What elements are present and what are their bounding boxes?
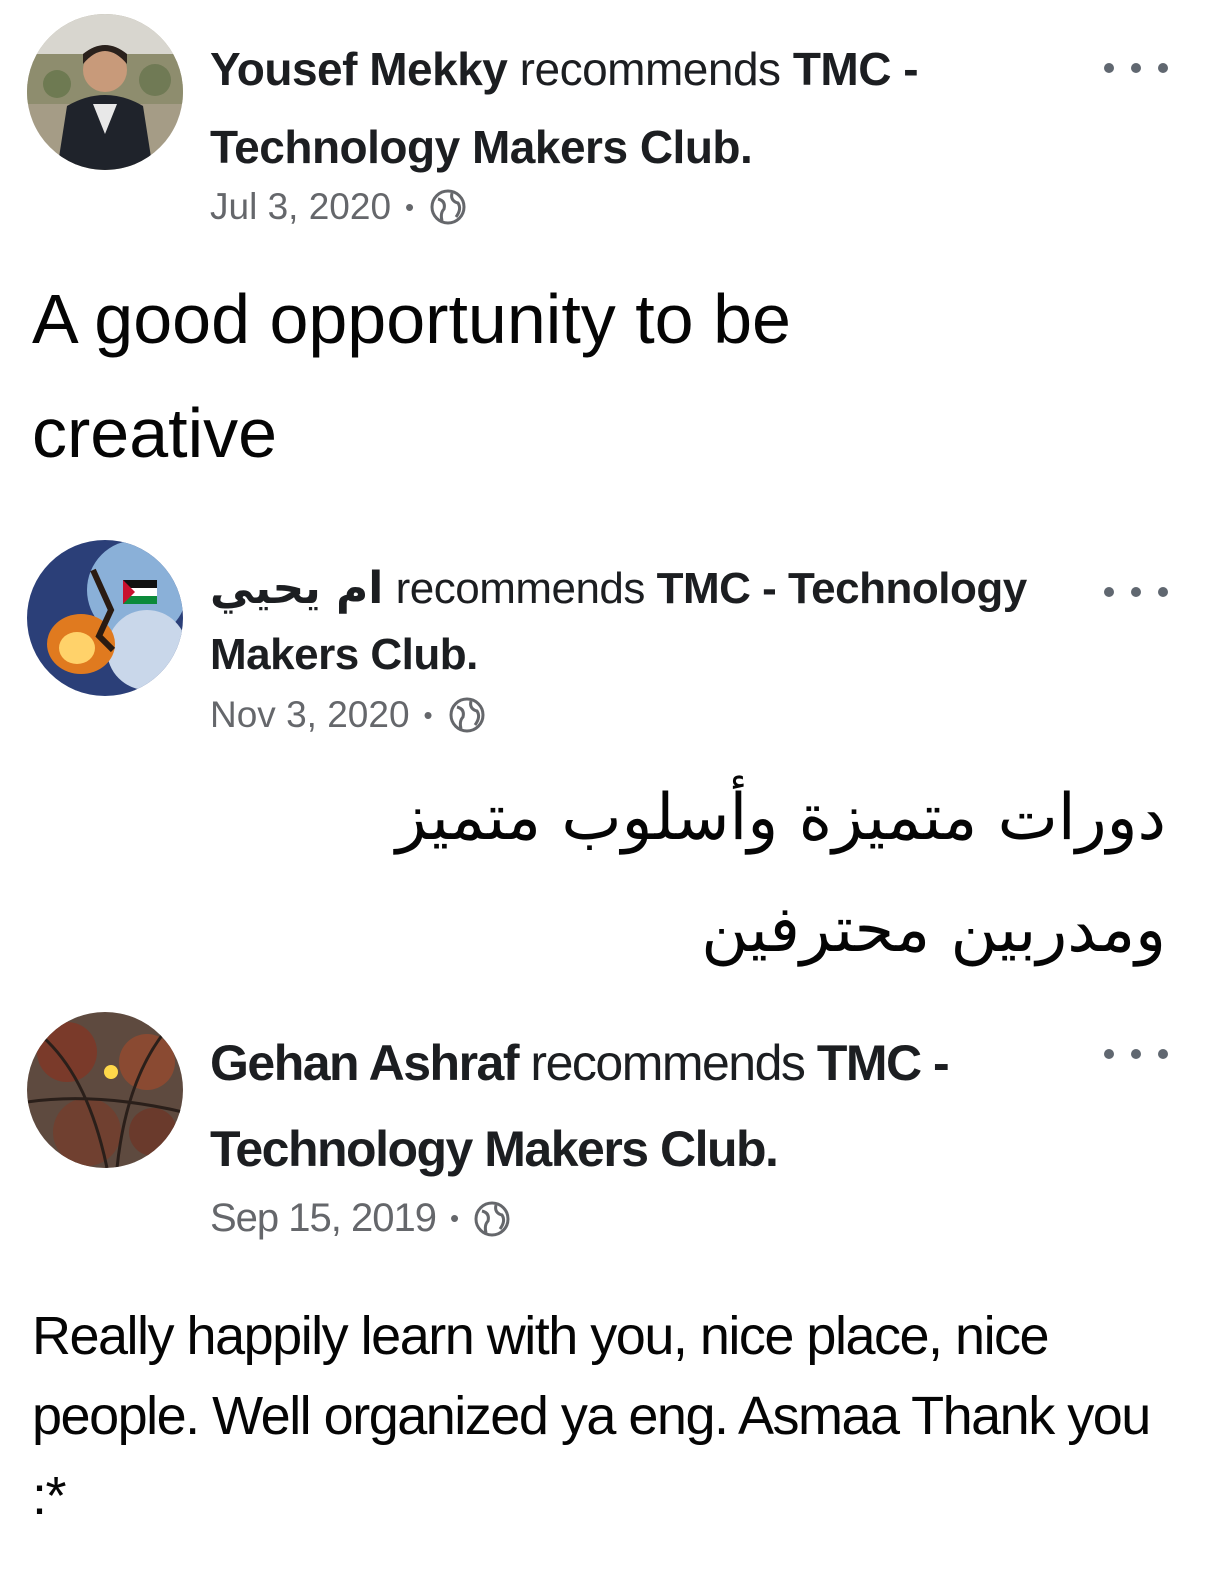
separator-dot: • — [423, 699, 433, 730]
more-options-icon[interactable] — [1104, 580, 1168, 604]
review-text: دورات متميزة وأسلوب متميز ومدربين محترفي… — [395, 781, 1166, 967]
review-date[interactable]: Sep 15, 2019 — [210, 1196, 437, 1241]
review-date[interactable]: Jul 3, 2020 — [210, 186, 391, 228]
review-text: Really happily learn with you, nice plac… — [32, 1306, 1151, 1526]
review-meta: Sep 15, 2019 • — [210, 1196, 512, 1241]
avatar[interactable] — [27, 14, 183, 170]
avatar[interactable] — [27, 1012, 183, 1168]
review-date[interactable]: Nov 3, 2020 — [210, 694, 410, 736]
review-meta: Nov 3, 2020 • — [210, 694, 487, 736]
author-name[interactable]: ام يحيي — [210, 563, 384, 614]
review-header: Gehan Ashraf recommends TMC - Technology… — [210, 1020, 1050, 1192]
author-name[interactable]: Yousef Mekky — [210, 43, 508, 95]
more-options-icon[interactable] — [1104, 56, 1168, 80]
separator-dot: • — [450, 1203, 459, 1233]
globe-icon — [430, 189, 466, 225]
review-text: A good opportunity to be creative — [32, 280, 791, 472]
recommends-label: recommends — [519, 43, 781, 95]
recommends-label: recommends — [395, 564, 646, 613]
review-header: ام يحيي recommends TMC - Technology Make… — [210, 556, 1050, 688]
globe-icon — [449, 697, 485, 733]
more-options-icon[interactable] — [1104, 1042, 1168, 1066]
recommends-label: recommends — [530, 1035, 806, 1091]
review-header: Yousef Mekky recommends TMC - Technology… — [210, 30, 1050, 186]
avatar[interactable] — [27, 540, 183, 696]
separator-dot: • — [405, 191, 415, 222]
globe-icon — [474, 1201, 510, 1236]
author-name[interactable]: Gehan Ashraf — [210, 1035, 520, 1091]
review-meta: Jul 3, 2020 • — [210, 186, 468, 228]
